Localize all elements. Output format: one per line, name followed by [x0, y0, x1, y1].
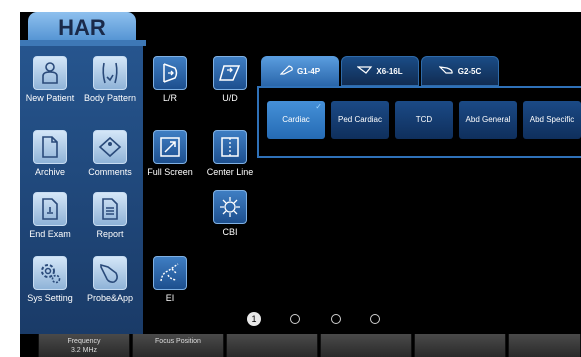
preset-ped-cardiac[interactable]: Ped Cardiac [331, 101, 389, 139]
page-dot[interactable] [290, 314, 300, 324]
end-exam-button[interactable]: End Exam [20, 192, 80, 239]
probe-icon [93, 256, 127, 290]
report-icon [93, 192, 127, 226]
soft-key-5[interactable] [414, 334, 506, 357]
preset-abd-specific[interactable]: Abd Specific [523, 101, 581, 139]
preset-cardiac[interactable]: Cardiac ✓ [267, 101, 325, 139]
ei-button[interactable]: EI [140, 256, 200, 303]
end-exam-icon [33, 192, 67, 226]
sys-setting-button[interactable]: Sys Setting [20, 256, 80, 303]
flip-ud-icon [213, 56, 247, 90]
probe-tab-g2-5c[interactable]: G2-5C [421, 56, 499, 86]
probe-tab-label: X6-16L [376, 66, 403, 76]
archive-label: Archive [34, 167, 65, 177]
focus-position-label: Focus Position [155, 338, 201, 345]
comments-label: Comments [88, 167, 132, 177]
frequency-control[interactable]: Frequency 3.2 MHz [38, 334, 130, 357]
probe-app-button[interactable]: Probe&App [80, 256, 140, 303]
probe-preset-panel: G1-4P X6-16L G2-5C Cardiac ✓ Ped Cardiac… [257, 56, 581, 162]
probe-tab-label: G1-4P [296, 66, 321, 76]
end-exam-label: End Exam [29, 229, 71, 239]
new-patient-button[interactable]: New Patient [20, 56, 80, 103]
page-number: 1 [251, 314, 257, 324]
ei-label: EI [165, 293, 175, 303]
preset-label: Ped Cardiac [337, 115, 383, 124]
flip-lr-icon [153, 56, 187, 90]
full-screen-button[interactable]: Full Screen [140, 130, 200, 177]
probe-icon [279, 65, 294, 77]
preset-frame: Cardiac ✓ Ped Cardiac TCD Abd General Ab… [257, 86, 581, 158]
preset-abd-general[interactable]: Abd General [459, 101, 517, 139]
center-line-icon [213, 130, 247, 164]
ultrasound-screen: HAR New Patient Body Pattern Archive Com… [20, 12, 581, 357]
probe-tab-g1-4p[interactable]: G1-4P [261, 56, 339, 86]
preset-label: Abd General [465, 115, 511, 124]
comments-button[interactable]: Comments [80, 130, 140, 177]
linear-probe-icon [356, 65, 373, 77]
ud-flip-button[interactable]: U/D [200, 56, 260, 103]
lr-flip-button[interactable]: L/R [140, 56, 200, 103]
page-dot-current[interactable]: 1 [247, 312, 261, 326]
preset-label: Cardiac [282, 115, 310, 124]
probe-tab-x6-16l[interactable]: X6-16L [341, 56, 419, 86]
frequency-value: 3.2 MHz [70, 347, 98, 354]
cbi-icon [213, 190, 247, 224]
probe-app-label: Probe&App [86, 293, 134, 303]
report-label: Report [96, 229, 124, 239]
new-patient-label: New Patient [25, 93, 75, 103]
cbi-button[interactable]: CBI [200, 190, 260, 237]
soft-key-3[interactable] [226, 334, 318, 357]
gear-icon [33, 256, 67, 290]
body-pattern-button[interactable]: Body Pattern [80, 56, 140, 103]
body-pattern-label: Body Pattern [83, 93, 137, 103]
full-screen-label: Full Screen [147, 167, 193, 177]
check-icon: ✓ [315, 102, 322, 111]
probe-tab-label: G2-5C [457, 66, 482, 76]
preset-label: TCD [415, 115, 433, 124]
preset-label: Abd Specific [529, 115, 575, 124]
tag-icon [93, 130, 127, 164]
center-line-button[interactable]: Center Line [200, 130, 260, 177]
soft-key-4[interactable] [320, 334, 412, 357]
sys-setting-label: Sys Setting [27, 293, 73, 303]
page-dot[interactable] [370, 314, 380, 324]
body-icon [93, 56, 127, 90]
archive-button[interactable]: Archive [20, 130, 80, 177]
ei-icon [153, 256, 187, 290]
app-title: HAR [58, 15, 106, 40]
person-icon [33, 56, 67, 90]
document-icon [33, 130, 67, 164]
soft-key-6[interactable] [508, 334, 581, 357]
focus-position-control[interactable]: Focus Position [132, 334, 224, 357]
cbi-label: CBI [222, 227, 238, 237]
page-dot[interactable] [331, 314, 341, 324]
fullscreen-icon [153, 130, 187, 164]
report-button[interactable]: Report [80, 192, 140, 239]
convex-probe-icon [438, 65, 455, 77]
center-line-label: Center Line [206, 167, 254, 177]
bottom-control-bar: Frequency 3.2 MHz Focus Position [20, 334, 581, 357]
frequency-label: Frequency [67, 338, 101, 345]
preset-tcd[interactable]: TCD [395, 101, 453, 139]
lr-flip-label: L/R [162, 93, 177, 103]
ud-flip-label: U/D [222, 93, 238, 103]
